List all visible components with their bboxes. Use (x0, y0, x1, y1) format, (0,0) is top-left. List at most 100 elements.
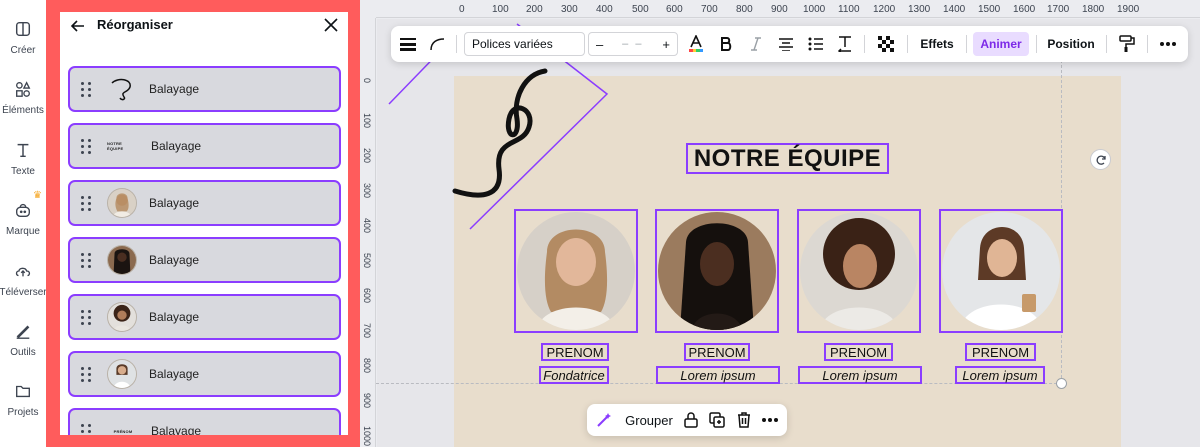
transparency-button[interactable] (875, 26, 897, 62)
layer-thumbnail-text: NOTRE ÉQUIPE (107, 141, 124, 151)
rail-create[interactable]: Créer (0, 20, 46, 56)
font-size-value[interactable]: – – (622, 38, 643, 50)
crown-icon: ♛ (33, 190, 42, 201)
layer-item[interactable]: Balayage (68, 294, 341, 340)
italic-button[interactable] (746, 26, 766, 62)
reorder-panel: Réorganiser Balayage NOTRE ÉQUIPE Balaya… (60, 12, 348, 435)
rail-brand[interactable]: Marque (0, 201, 46, 237)
ruler-vertical: 0 100 200 300 400 500 600 700 800 900 10… (360, 18, 376, 447)
team-photo-frame[interactable] (514, 209, 638, 333)
ruler-tick-label: 1600 (1013, 4, 1036, 15)
rail-text[interactable]: Texte (0, 141, 46, 177)
drag-handle-icon[interactable] (81, 252, 91, 268)
layer-item[interactable]: PRÉNOM Balayage (68, 408, 341, 435)
layer-thumbnail-photo (107, 188, 137, 218)
rail-upload[interactable]: Téléverser (0, 262, 47, 298)
layer-label: Balayage (151, 139, 202, 153)
font-size-stepper[interactable]: – – – + (588, 32, 678, 56)
team-photo-frame[interactable] (655, 209, 779, 333)
layer-item[interactable]: NOTRE ÉQUIPE Balayage (68, 123, 341, 169)
layer-thumbnail-photo (107, 302, 137, 332)
member-name[interactable]: PRENOM (541, 343, 609, 361)
design-title[interactable]: NOTRE ÉQUIPE (686, 143, 889, 174)
member-role[interactable]: Fondatrice (539, 366, 609, 384)
team-photo (658, 212, 776, 330)
drag-handle-icon[interactable] (81, 195, 91, 211)
ruler-tick-label: 200 (362, 148, 372, 164)
ruler-tick-label: 1500 (978, 4, 1001, 15)
font-family-select[interactable]: Polices variées (464, 32, 585, 56)
align-center-button[interactable] (775, 26, 797, 62)
decrease-size-button[interactable]: – (596, 37, 603, 52)
layer-thumbnail-photo (107, 359, 137, 389)
context-toolbar: Polices variées – – – + Effets Animer Po… (391, 26, 1188, 62)
list-button[interactable] (805, 26, 827, 62)
curve-icon (430, 38, 445, 51)
close-icon (324, 18, 338, 32)
more-options-button[interactable] (1155, 26, 1181, 62)
bullet-list-icon (808, 37, 823, 51)
member-role[interactable]: Lorem ipsum (955, 366, 1045, 384)
team-photo-frame[interactable] (939, 209, 1063, 333)
drag-handle-icon[interactable] (81, 309, 91, 325)
toolbar-divider (864, 35, 865, 53)
member-name[interactable]: PRENOM (824, 343, 893, 361)
layer-item[interactable]: Balayage (68, 66, 341, 112)
animate-button[interactable]: Animer (973, 32, 1029, 56)
spacing-icon (837, 36, 851, 52)
ruler-tick-label: 800 (362, 358, 372, 374)
bold-icon (721, 37, 732, 51)
layer-item[interactable]: Balayage (68, 351, 341, 397)
layer-label: Balayage (151, 424, 202, 435)
spacing-button[interactable] (834, 26, 856, 62)
group-button[interactable]: Grouper (621, 404, 677, 436)
team-photo (800, 212, 918, 330)
effects-button[interactable]: Effets (915, 26, 959, 62)
text-color-button[interactable] (685, 26, 707, 62)
delete-button[interactable] (734, 404, 754, 436)
layer-label: Balayage (149, 367, 200, 381)
bold-button[interactable] (716, 26, 736, 62)
rotate-button[interactable] (1090, 149, 1111, 170)
selection-actionbar: Grouper (587, 404, 787, 436)
rail-projects[interactable]: Projets (0, 382, 46, 418)
member-name[interactable]: PRENOM (684, 343, 750, 361)
member-role[interactable]: Lorem ipsum (798, 366, 922, 384)
drag-handle-icon[interactable] (81, 138, 91, 154)
copy-style-button[interactable] (1115, 26, 1139, 62)
rail-elements[interactable]: Éléments (0, 80, 46, 116)
close-button[interactable] (322, 16, 340, 34)
member-role[interactable]: Lorem ipsum (656, 366, 780, 384)
member-name[interactable]: PRENOM (965, 343, 1036, 361)
increase-size-button[interactable]: + (662, 37, 670, 52)
ruler-tick-label: 600 (362, 288, 372, 304)
drag-handle-icon[interactable] (81, 366, 91, 382)
back-button[interactable] (68, 16, 88, 36)
drag-handle-icon[interactable] (81, 81, 91, 97)
duplicate-button[interactable] (707, 404, 727, 436)
drag-handle-icon[interactable] (81, 423, 91, 436)
position-button[interactable]: Position (1044, 26, 1098, 62)
align-center-icon (779, 38, 793, 51)
rail-tools[interactable]: Outils (0, 322, 46, 358)
curve-button[interactable] (426, 26, 448, 62)
rotate-icon (1096, 155, 1106, 165)
group-more-button[interactable] (759, 404, 781, 436)
upload-icon (15, 267, 31, 277)
lock-button[interactable] (681, 404, 701, 436)
magic-button[interactable] (593, 404, 615, 436)
transparency-icon (878, 36, 894, 52)
resize-handle[interactable] (1056, 378, 1067, 389)
team-photo-frame[interactable] (797, 209, 921, 333)
rail-projects-label: Projets (7, 407, 39, 418)
elements-icon (16, 81, 31, 97)
line-weight-button[interactable] (397, 26, 419, 62)
ruler-tick-label: 100 (492, 4, 509, 15)
layer-item[interactable]: Balayage (68, 180, 341, 226)
layer-item[interactable]: Balayage (68, 237, 341, 283)
text-icon (17, 143, 29, 158)
ruler-tick-label: 700 (701, 4, 718, 15)
lock-icon (684, 412, 698, 428)
ruler-tick-label: 1000 (362, 426, 372, 447)
ruler-tick-label: 800 (736, 4, 753, 15)
